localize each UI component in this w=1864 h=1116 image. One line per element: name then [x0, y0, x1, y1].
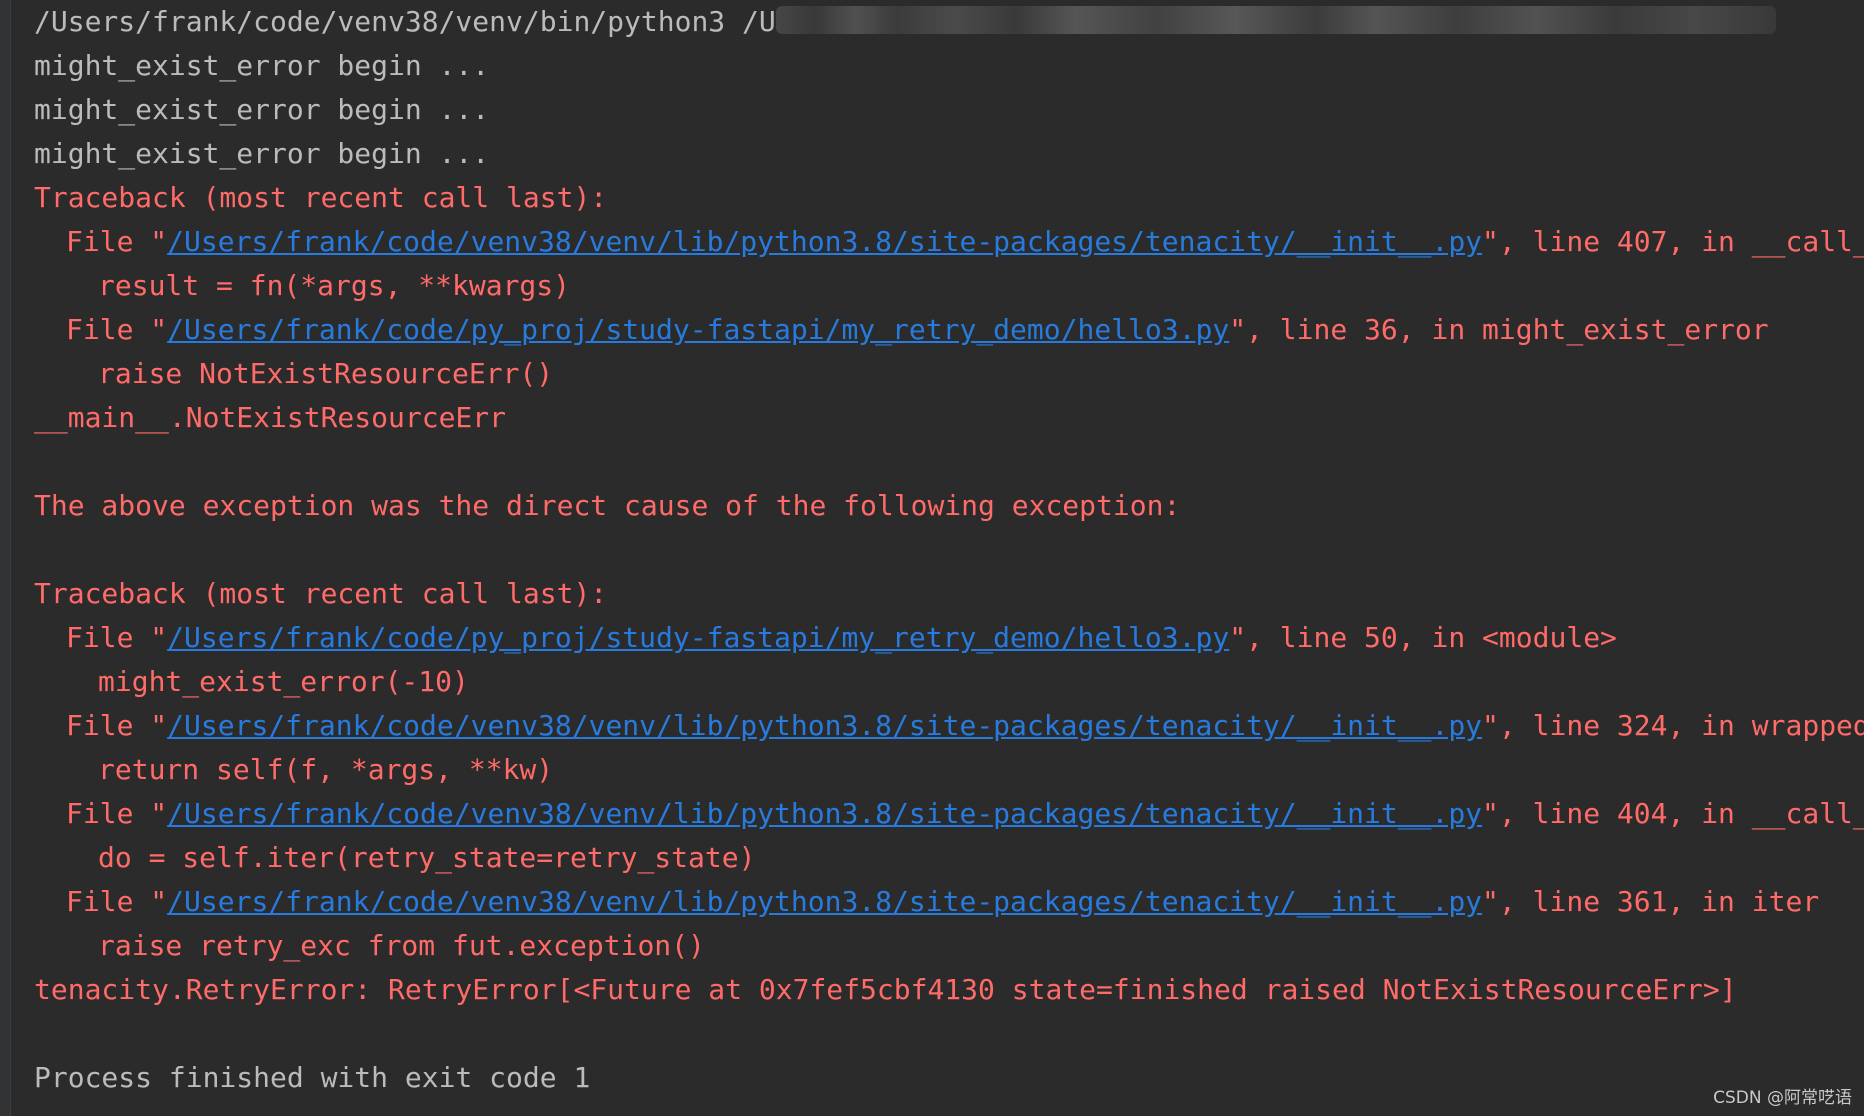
traceback-code: do = self.iter(retry_state=retry_state) — [98, 841, 756, 874]
traceback-frame: File "/Users/frank/code/venv38/venv/lib/… — [34, 792, 1864, 836]
file-link[interactable]: /Users/frank/code/venv38/venv/lib/python… — [167, 797, 1482, 830]
traceback-code: might_exist_error(-10) — [98, 665, 469, 698]
redacted-path-blur — [775, 6, 1776, 34]
frame-prefix: File " — [66, 313, 168, 346]
traceback-code: raise NotExistResourceErr() — [98, 357, 554, 390]
run-console-output[interactable]: /Users/frank/code/venv38/venv/bin/python… — [34, 0, 1864, 1116]
console-gutter — [0, 0, 11, 1116]
command-line: /Users/frank/code/venv38/venv/bin/python… — [34, 0, 1864, 44]
exception-line: __main__.NotExistResourceErr — [34, 401, 507, 434]
frame-prefix: File " — [66, 797, 168, 830]
output-line: might_exist_error begin ... — [34, 137, 490, 170]
traceback-code: raise retry_exc from fut.exception() — [98, 929, 705, 962]
file-link[interactable]: /Users/frank/code/venv38/venv/lib/python… — [167, 225, 1482, 258]
frame-location: ", line 407, in __call__ — [1482, 225, 1864, 258]
exit-message: Process finished with exit code 1 — [34, 1061, 591, 1094]
frame-prefix: File " — [66, 885, 168, 918]
watermark: CSDN @阿常呓语 — [1713, 1088, 1852, 1108]
frame-prefix: File " — [66, 709, 168, 742]
traceback-code: return self(f, *args, **kw) — [98, 753, 554, 786]
output-line: might_exist_error begin ... — [34, 93, 490, 126]
traceback-frame: File "/Users/frank/code/venv38/venv/lib/… — [34, 220, 1864, 264]
file-link[interactable]: /Users/frank/code/py_proj/study-fastapi/… — [167, 621, 1229, 654]
frame-prefix: File " — [66, 621, 168, 654]
traceback-code: result = fn(*args, **kwargs) — [98, 269, 571, 302]
traceback-header: Traceback (most recent call last): — [34, 181, 608, 214]
traceback-frame: File "/Users/frank/code/py_proj/study-fa… — [34, 616, 1864, 660]
frame-prefix: File " — [66, 225, 168, 258]
traceback-frame: File "/Users/frank/code/py_proj/study-fa… — [34, 308, 1864, 352]
traceback-frame: File "/Users/frank/code/venv38/venv/lib/… — [34, 880, 1864, 924]
output-line: might_exist_error begin ... — [34, 49, 490, 82]
file-link[interactable]: /Users/frank/code/venv38/venv/lib/python… — [167, 709, 1482, 742]
frame-location: ", line 324, in wrapped_f — [1482, 709, 1864, 742]
file-link[interactable]: /Users/frank/code/venv38/venv/lib/python… — [167, 885, 1482, 918]
exception-line: tenacity.RetryError: RetryError[<Future … — [34, 973, 1737, 1006]
frame-location: ", line 50, in <module> — [1229, 621, 1617, 654]
frame-location: ", line 361, in iter — [1482, 885, 1820, 918]
traceback-header: Traceback (most recent call last): — [34, 577, 608, 610]
file-link[interactable]: /Users/frank/code/py_proj/study-fastapi/… — [167, 313, 1229, 346]
frame-location: ", line 36, in might_exist_error — [1229, 313, 1769, 346]
frame-location: ", line 404, in __call__ — [1482, 797, 1864, 830]
command-text: /Users/frank/code/venv38/venv/bin/python… — [34, 5, 776, 38]
cause-message: The above exception was the direct cause… — [34, 489, 1181, 522]
traceback-frame: File "/Users/frank/code/venv38/venv/lib/… — [34, 704, 1864, 748]
